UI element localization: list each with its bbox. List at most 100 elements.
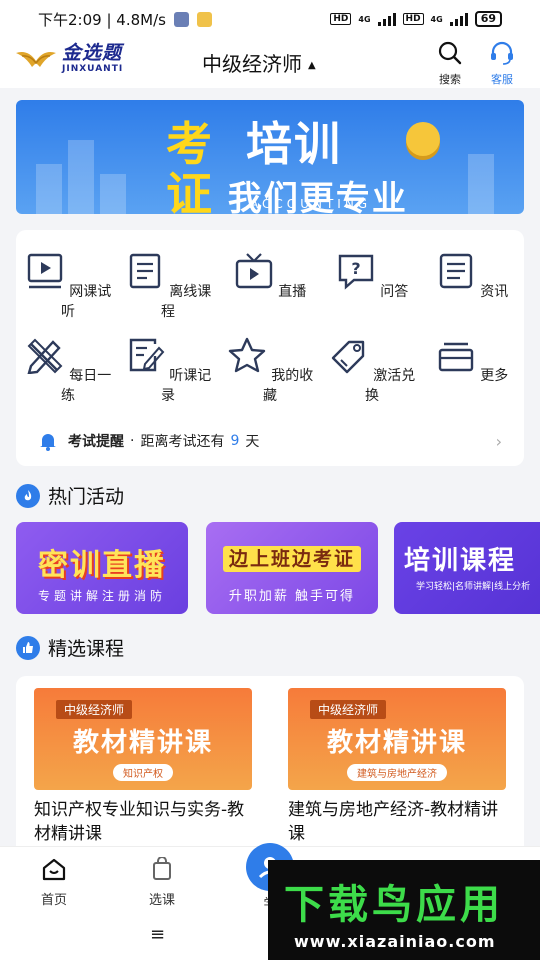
network-label-1: 4G — [358, 14, 371, 24]
logo-text-cn: 金选题 — [62, 42, 123, 64]
featured-courses-card: 中级经济师 教材精讲课 知识产权 知识产权专业知识与实务-教材精讲课 中级经济师… — [16, 676, 524, 856]
grid-label: 问答 — [380, 284, 409, 300]
grid-item-activate-redeem[interactable]: 激活兑换 — [322, 336, 422, 405]
exam-reminder[interactable]: 考试提醒 · 距离考试还有 9 天 › — [16, 426, 524, 456]
grid-item-more[interactable]: 更多 — [422, 336, 522, 385]
flame-icon — [16, 483, 40, 508]
dropdown-caret-icon: ▲ — [308, 60, 316, 71]
watermark-title: 下载鸟应用 — [284, 882, 504, 928]
signal-icon-1 — [377, 12, 396, 26]
offline-course-icon — [129, 253, 160, 289]
headset-icon — [491, 41, 513, 65]
logo-wing-icon — [16, 52, 56, 67]
site-watermark: 下载鸟应用 www.xiazainiao.com — [268, 860, 540, 960]
course-pill: 知识产权 — [113, 764, 173, 781]
tab-home-label: 首页 — [40, 893, 67, 908]
hot-activities-title: 热门活动 — [48, 486, 125, 508]
service-label: 客服 — [491, 73, 513, 86]
reminder-unit: 天 — [245, 434, 260, 450]
coin-icon — [406, 122, 440, 156]
grid-label: 每日一练 — [61, 368, 112, 404]
watermark-url: www.xiazainiao.com — [294, 932, 496, 951]
grid-item-news[interactable]: 资讯 — [422, 252, 522, 301]
network-label-2: 4G — [430, 14, 443, 24]
status-bar: 下午2:09 | 4.8M/s HD 4G HD 4G 69 — [0, 0, 540, 38]
live-tv-icon — [235, 253, 272, 289]
app-header: 金选题 JINXUANTI 中级经济师 ▲ 搜索 客服 — [0, 38, 540, 88]
grid-item-study-record[interactable]: 听课记录 — [118, 336, 218, 405]
search-button[interactable]: 搜索 — [430, 40, 470, 87]
grid-label: 听课记录 — [161, 368, 212, 404]
reminder-days: 9 — [230, 433, 240, 449]
grid-label: 直播 — [278, 284, 307, 300]
app-logo: 金选题 JINXUANTI — [14, 44, 123, 74]
course-item-ip[interactable]: 中级经济师 教材精讲课 知识产权 知识产权专业知识与实务-教材精讲课 — [34, 688, 252, 846]
video-lesson-icon — [27, 253, 62, 289]
reminder-title: 考试提醒 — [68, 434, 124, 450]
grid-item-live[interactable]: 直播 — [220, 252, 320, 301]
grid-label: 资讯 — [480, 284, 509, 300]
activity-main: 边上班边考证 — [206, 544, 378, 572]
grid-item-qa[interactable]: ? 问答 — [322, 252, 422, 301]
course-thumbnail: 中级经济师 教材精讲课 知识产权 — [34, 688, 252, 790]
course-tag: 中级经济师 — [310, 700, 387, 719]
activity-sub: 学习轻松|名师讲解|线上分析 — [416, 582, 531, 592]
activity-main: 培训课程 — [404, 546, 517, 576]
search-icon — [438, 41, 462, 65]
tab-select-label: 选课 — [148, 893, 175, 908]
tab-home[interactable]: 首页 — [24, 857, 84, 908]
function-grid: 网课试听 离线课程 直播 ? 问答 资讯 每日一练 听课记录 我的收藏 激活兑换… — [16, 230, 524, 466]
promo-banner[interactable]: 考 培训 证 我们更专业 ACCOUNTING — [16, 100, 524, 214]
home-icon — [42, 858, 66, 881]
hd-label-2: HD — [402, 13, 424, 25]
featured-courses-header: 精选课程 — [16, 634, 124, 661]
grid-label: 离线课程 — [161, 284, 212, 320]
banner-char-2: 证 — [166, 167, 214, 214]
grid-item-daily-practice[interactable]: 每日一练 — [18, 336, 118, 405]
grid-item-video-trial[interactable]: 网课试听 — [18, 252, 118, 321]
exam-category-title: 中级经济师 — [202, 52, 302, 76]
course-item-real-estate[interactable]: 中级经济师 教材精讲课 建筑与房地产经济 建筑与房地产经济-教材精讲课 — [288, 688, 506, 846]
activity-main: 密训直播 — [38, 548, 166, 583]
grid-label: 更多 — [480, 368, 509, 384]
activity-sub: 升职加薪 触手可得 — [228, 589, 356, 604]
reminder-separator: · — [130, 433, 135, 449]
course-pill: 建筑与房地产经济 — [347, 764, 447, 781]
menu-icon[interactable]: ≡ — [150, 924, 165, 945]
record-edit-icon — [129, 338, 165, 372]
key-tag-icon — [331, 340, 364, 374]
logo-text-en: JINXUANTI — [62, 64, 124, 74]
tab-select-course[interactable]: 选课 — [132, 856, 192, 908]
banner-subtitle: ACCOUNTING — [250, 197, 372, 211]
grid-item-favorites[interactable]: 我的收藏 — [220, 336, 320, 405]
grid-label: 我的收藏 — [263, 368, 314, 404]
activity-card-work-exam[interactable]: 边上班边考证 升职加薪 触手可得 — [206, 522, 378, 614]
activity-card-training[interactable]: 培训课程 学习轻松|名师讲解|线上分析 — [394, 522, 540, 614]
thumbs-up-icon — [16, 635, 40, 660]
pencil-ruler-icon — [27, 338, 63, 375]
battery-icon: 69 — [474, 11, 502, 27]
course-thumbnail: 中级经济师 教材精讲课 建筑与房地产经济 — [288, 688, 506, 790]
bell-icon — [40, 434, 56, 451]
exam-category-selector[interactable]: 中级经济师 ▲ — [202, 48, 316, 77]
notification-app-icon — [196, 11, 212, 27]
customer-service-button[interactable]: 客服 — [482, 40, 522, 87]
question-bubble-icon: ? — [338, 254, 373, 290]
news-icon — [439, 253, 472, 289]
search-label: 搜索 — [439, 73, 461, 86]
shopping-bag-icon — [153, 856, 171, 880]
grid-item-offline-course[interactable]: 离线课程 — [118, 252, 218, 321]
course-thumb-title: 教材精讲课 — [326, 728, 467, 758]
featured-courses-title: 精选课程 — [48, 638, 125, 660]
course-name: 建筑与房地产经济-教材精讲课 — [288, 800, 499, 844]
hot-activities-header: 热门活动 — [16, 482, 124, 509]
grid-label: 激活兑换 — [365, 368, 416, 404]
course-thumb-title: 教材精讲课 — [72, 728, 213, 758]
activity-main-text: 边上班边考证 — [222, 546, 361, 572]
course-tag: 中级经济师 — [56, 700, 133, 719]
chevron-right-icon: › — [495, 431, 502, 451]
grid-label: 网课试听 — [61, 284, 112, 320]
more-stack-icon — [438, 342, 473, 372]
svg-text:?: ? — [351, 259, 360, 278]
activity-card-secret-live[interactable]: 密训直播 专题讲解注册消防 — [16, 522, 188, 614]
